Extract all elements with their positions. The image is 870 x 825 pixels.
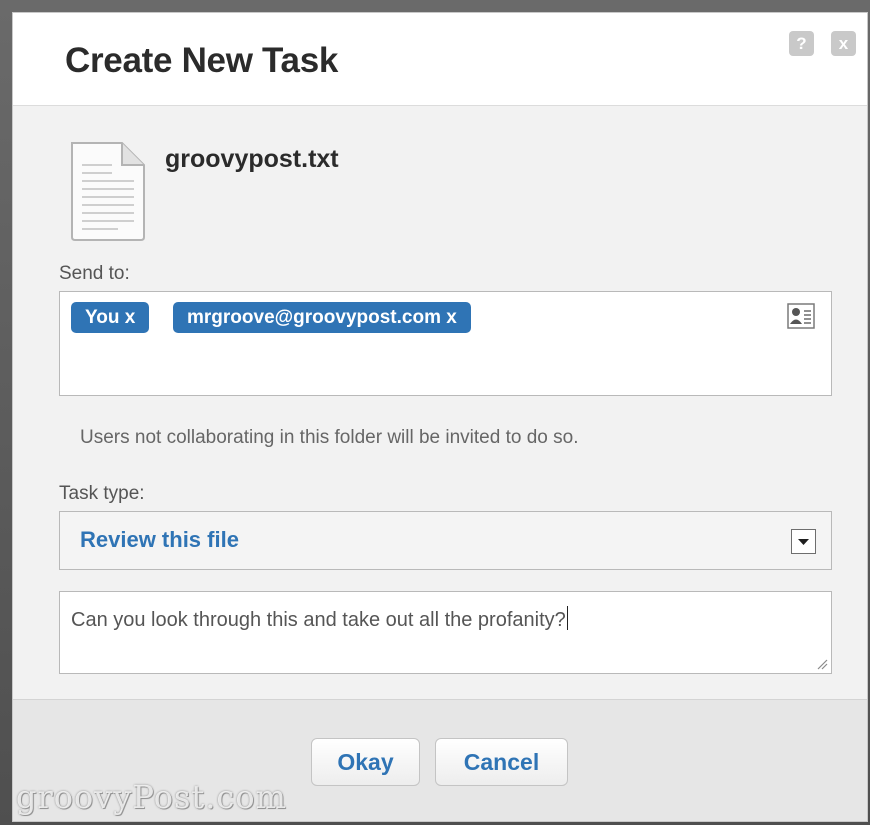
cancel-button[interactable]: Cancel: [435, 738, 568, 786]
dialog-title: Create New Task: [65, 41, 339, 80]
dropdown-arrow-icon[interactable]: [791, 529, 816, 554]
text-document-icon: [71, 142, 145, 241]
text-caret: [566, 606, 568, 630]
send-to-label: Send to:: [59, 263, 130, 284]
task-type-label: Task type:: [59, 483, 145, 504]
watermark: groovyPost.com: [16, 778, 287, 816]
recipient-chip-you[interactable]: You x: [71, 302, 150, 333]
invite-note: Users not collaborating in this folder w…: [80, 427, 579, 448]
task-type-select[interactable]: Review this file: [59, 511, 832, 570]
task-message-text: Can you look through this and take out a…: [71, 606, 568, 632]
address-book-icon[interactable]: [787, 303, 815, 329]
recipient-chip-email[interactable]: mrgroove@groovypost.com x: [173, 302, 471, 333]
help-button[interactable]: ?: [789, 31, 814, 56]
create-task-dialog: Create New Task ? x groovypost.txt Send …: [12, 12, 868, 822]
task-message-textarea[interactable]: Can you look through this and take out a…: [59, 591, 832, 674]
okay-button[interactable]: Okay: [311, 738, 420, 786]
close-button[interactable]: x: [831, 31, 856, 56]
task-type-selected-value: Review this file: [80, 527, 239, 552]
file-name: groovypost.txt: [165, 145, 339, 173]
dialog-header: Create New Task ? x: [13, 13, 867, 106]
recipients-field[interactable]: You x mrgroove@groovypost.com x: [59, 291, 832, 396]
resize-handle-icon[interactable]: [816, 658, 828, 670]
